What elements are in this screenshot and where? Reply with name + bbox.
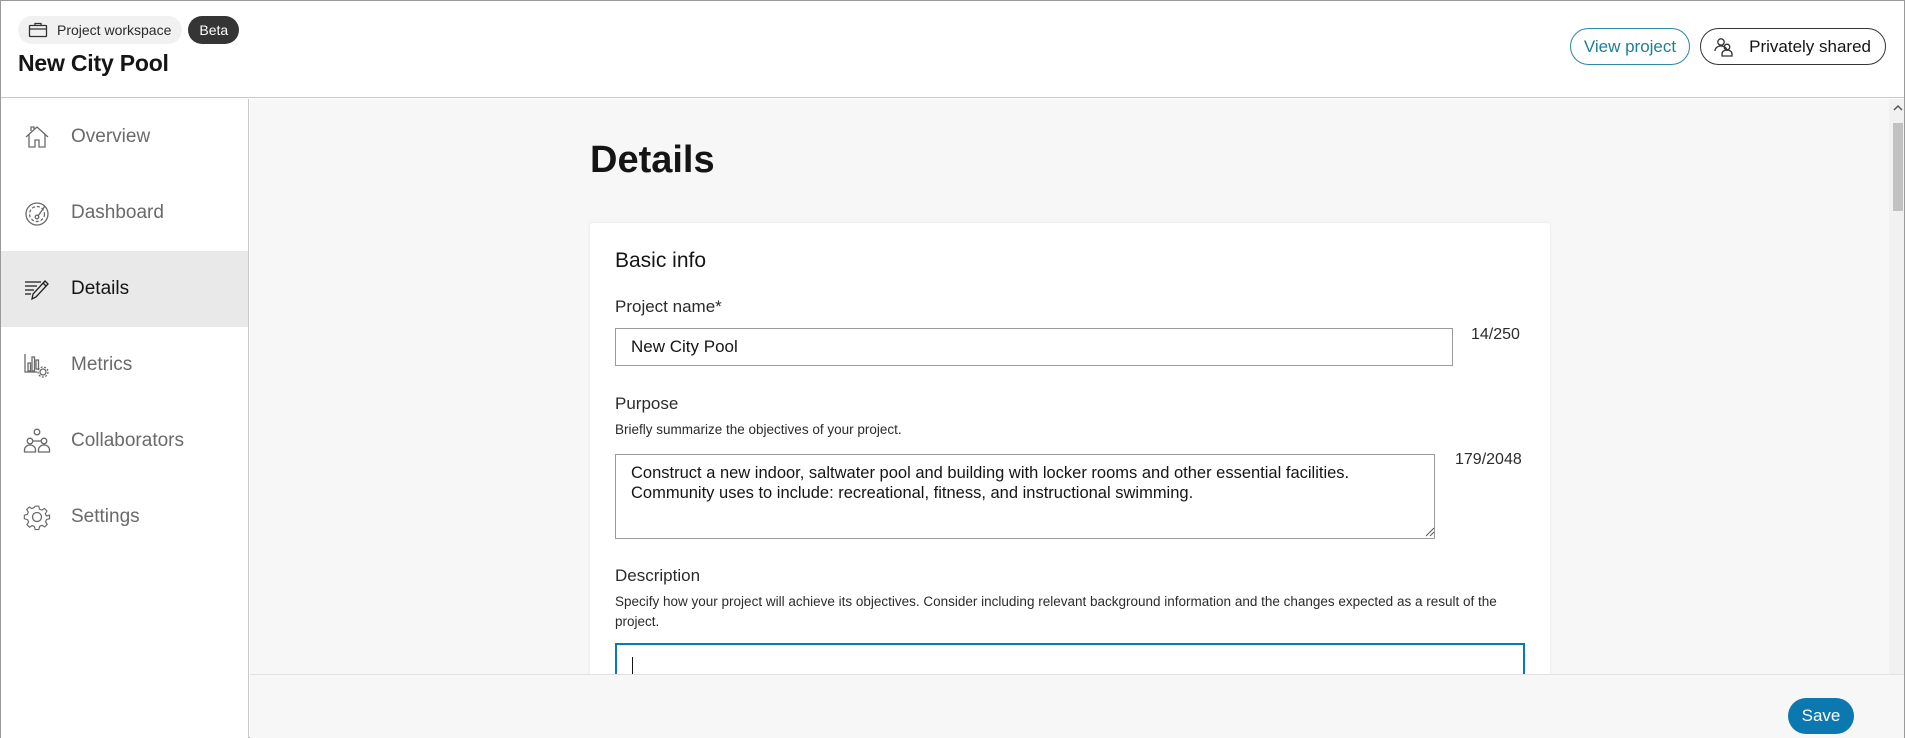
project-name-label: Project name* — [615, 297, 722, 316]
edit-list-icon — [25, 280, 49, 301]
purpose-counter: 179/2048 — [1455, 451, 1522, 468]
sidebar-item-dashboard[interactable]: Dashboard — [1, 175, 248, 251]
view-project-label: View project — [1583, 36, 1677, 56]
sidebar-item-label: Overview — [71, 126, 151, 147]
purpose-textarea[interactable]: Construct a new indoor, saltwater pool a… — [615, 454, 1435, 539]
sidebar-item-details[interactable]: Details — [1, 251, 248, 327]
view-project-button[interactable]: View project — [1569, 28, 1691, 65]
briefcase-icon — [28, 22, 48, 38]
sidebar-nav: Overview Dashboard Details Metrics Colla… — [1, 99, 249, 738]
breadcrumb: Project workspace Beta — [18, 16, 240, 44]
workspace-label: Project workspace — [57, 22, 172, 38]
sharing-label: Privately shared — [1749, 36, 1871, 56]
users-icon — [1714, 37, 1733, 57]
text-caret — [632, 657, 633, 674]
sidebar-item-settings[interactable]: Settings — [1, 479, 248, 555]
description-help-text: Specify how your project will achieve it… — [615, 594, 1497, 629]
scroll-thumb[interactable] — [1893, 123, 1903, 211]
collaborators-icon — [23, 428, 51, 453]
section-title: Basic info — [615, 249, 707, 272]
workspace-chip[interactable]: Project workspace — [18, 16, 183, 44]
sidebar-item-label: Details — [71, 278, 130, 299]
sharing-button[interactable]: Privately shared — [1700, 28, 1886, 65]
purpose-label: Purpose — [615, 394, 679, 413]
page-title: Details — [590, 139, 715, 181]
scroll-up-arrow-icon[interactable] — [1893, 103, 1903, 113]
header-actions: View project Privately shared — [1569, 28, 1886, 65]
project-title: New City Pool — [18, 50, 169, 76]
sidebar-item-overview[interactable]: Overview — [1, 99, 248, 175]
project-name-counter: 14/250 — [1471, 326, 1520, 343]
home-icon — [25, 126, 49, 148]
project-name-input[interactable] — [615, 328, 1453, 366]
gear-icon — [23, 505, 51, 531]
chart-gear-icon — [24, 354, 49, 378]
description-textarea[interactable] — [615, 643, 1525, 674]
purpose-help-text: Briefly summarize the objectives of your… — [615, 422, 902, 437]
sidebar-item-label: Collaborators — [71, 430, 184, 451]
main-scrollbar[interactable] — [1889, 99, 1904, 674]
description-label: Description — [615, 566, 701, 585]
beta-badge: Beta — [188, 16, 240, 44]
sidebar-item-metrics[interactable]: Metrics — [1, 327, 248, 403]
footer-bar: Save — [250, 674, 1904, 738]
sidebar-item-collaborators[interactable]: Collaborators — [1, 403, 248, 479]
app-header: Project workspace Beta New City Pool Vie… — [1, 1, 1904, 98]
sidebar-item-label: Settings — [71, 506, 140, 527]
save-button[interactable]: Save — [1788, 698, 1854, 734]
resize-handle-icon[interactable] — [1423, 525, 1435, 537]
sidebar-item-label: Dashboard — [71, 202, 164, 223]
main-content: Details Basic info Project name* 14/250 … — [250, 99, 1904, 674]
gauge-icon — [25, 202, 49, 226]
sidebar-item-label: Metrics — [71, 354, 133, 375]
basic-info-card: Basic info Project name* 14/250 Purpose … — [590, 223, 1550, 674]
